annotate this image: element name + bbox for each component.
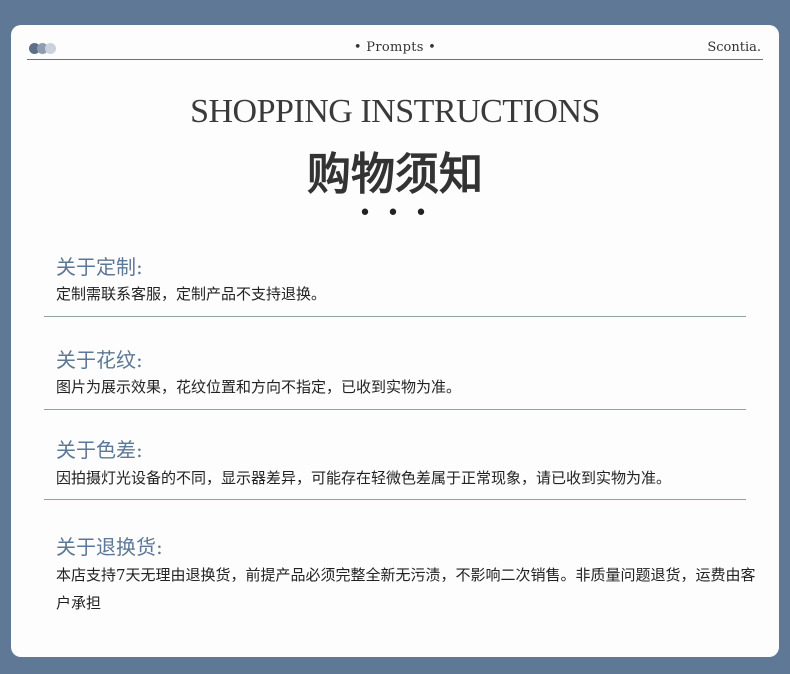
page-title-english: SHOPPING INSTRUCTIONS	[190, 93, 600, 130]
section-heading-color-difference: 关于色差:	[56, 438, 143, 462]
section-heading-customization: 关于定制:	[56, 255, 143, 279]
section-heading-pattern: 关于花纹:	[56, 348, 143, 372]
section-text-color-difference: 因拍摄灯光设备的不同，显示器差异，可能存在轻微色差属于正常现象，请已收到实物为准…	[56, 469, 672, 487]
section-text-customization: 定制需联系客服，定制产品不支持退换。	[56, 285, 327, 303]
prompts-label: • Prompts •	[353, 40, 437, 55]
section-text-returns: 本店支持7天无理由退换货，前提产品必须完整全新无污渍，不影响二次销售。非质量问题…	[56, 566, 756, 612]
page-title-chinese: 购物须知	[307, 149, 483, 200]
section-heading-returns: 关于退换货:	[56, 535, 163, 559]
brand-name: Scontia.	[707, 40, 761, 55]
top-bar: • Prompts • Scontia.	[27, 39, 763, 60]
title-ornament: • • •	[358, 201, 432, 226]
section-divider	[44, 316, 746, 317]
instructions-card: • Prompts • Scontia. SHOPPING INSTRUCTIO…	[11, 25, 779, 657]
section-text-pattern: 图片为展示效果，花纹位置和方向不指定，已收到实物为准。	[56, 378, 462, 396]
section-divider	[44, 409, 746, 410]
section-divider	[44, 499, 746, 500]
